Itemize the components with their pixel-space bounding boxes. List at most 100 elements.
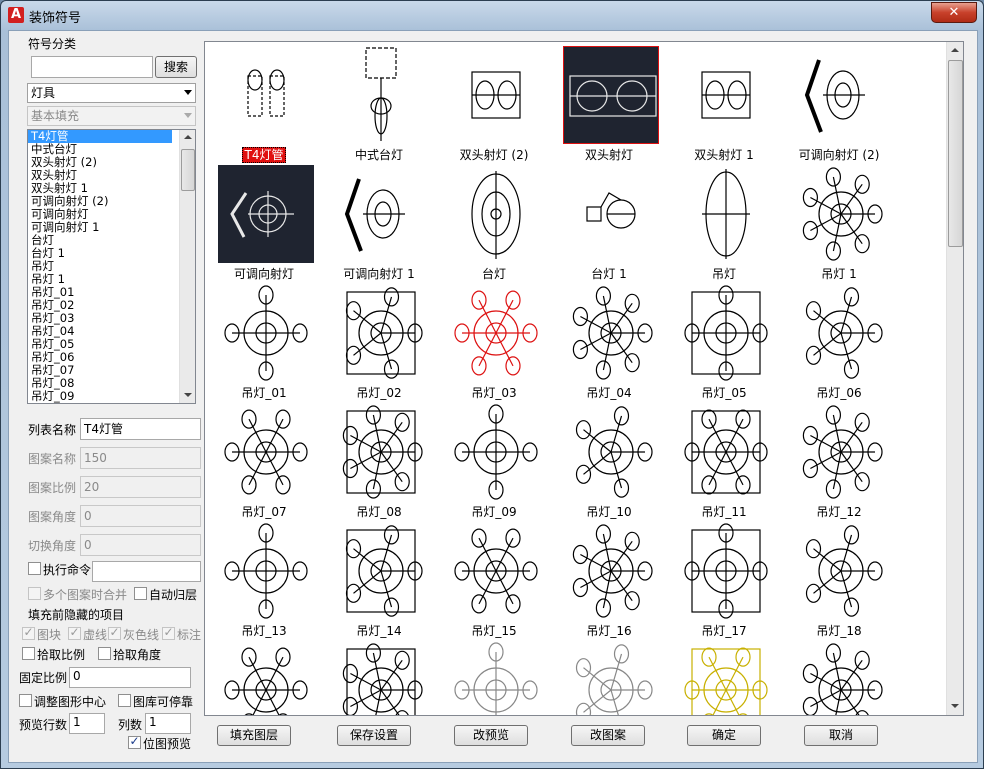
symbol-thumbnail xyxy=(563,165,659,263)
gallery-item[interactable]: 可调向射灯 xyxy=(207,163,321,282)
hidden-item-checkbox[interactable]: ✓ xyxy=(162,625,175,640)
gallery-item[interactable]: 吊灯_12 xyxy=(782,401,896,520)
lib-dock-checkbox[interactable] xyxy=(118,694,131,707)
gallery-item[interactable]: 吊灯_10 xyxy=(552,401,666,520)
gallery-item[interactable]: 吊灯_07 xyxy=(207,401,321,520)
cancel-button[interactable]: 取消 xyxy=(804,725,878,746)
gallery-item[interactable]: 吊灯_15 xyxy=(437,520,551,639)
gallery-item[interactable]: 吊灯 xyxy=(667,163,781,282)
symbol-caption-text: 双头射灯 xyxy=(584,148,633,162)
gallery-scrollbar[interactable] xyxy=(946,42,963,715)
exec-cmd-checkbox[interactable] xyxy=(28,562,41,575)
hidden-item-checkbox[interactable]: ✓ xyxy=(108,625,121,640)
gallery-item[interactable]: 吊灯_17 xyxy=(667,520,781,639)
change-pattern-button[interactable]: 改图案 xyxy=(571,725,645,746)
field-input[interactable]: T4灯管 xyxy=(80,418,201,440)
gallery-item[interactable]: 吊灯_05 xyxy=(667,282,781,401)
auto-layer-checkbox[interactable] xyxy=(134,587,147,600)
gallery-item[interactable]: 可调向射灯 (2) xyxy=(782,44,896,163)
pick-scale-checkbox[interactable] xyxy=(22,647,35,660)
gallery-item[interactable]: 吊灯 1 xyxy=(782,163,896,282)
search-button[interactable]: 搜索 xyxy=(155,56,197,78)
symbol-list[interactable]: T4灯管 中式台灯 双头射灯 (2) 双头射灯 双头射灯 1 可调向射灯 (2) 可调向射灯… xyxy=(27,129,196,404)
search-input[interactable] xyxy=(31,56,153,78)
scroll-down-icon[interactable] xyxy=(951,704,959,708)
gallery-item[interactable]: 台灯 1 xyxy=(552,163,666,282)
change-preview-button[interactable]: 改预览 xyxy=(454,725,528,746)
lamp-symbol-icon xyxy=(575,406,653,498)
symbol-thumbnail xyxy=(218,284,314,382)
gallery-item[interactable]: 吊灯_04 xyxy=(552,282,666,401)
symbol-caption-text: 吊灯_09 xyxy=(471,505,517,519)
gallery-item[interactable]: 吊灯_08 xyxy=(322,401,436,520)
gallery-item[interactable]: 吊灯_14 xyxy=(322,520,436,639)
lamp-symbol-icon xyxy=(684,523,768,619)
bitmap-preview-checkbox[interactable]: ✓ xyxy=(128,734,141,749)
gallery-item[interactable]: T4灯管 xyxy=(207,44,321,163)
gallery-item[interactable] xyxy=(552,639,666,715)
gallery-item[interactable] xyxy=(207,639,321,715)
symbol-gallery[interactable]: T4灯管 中式台灯 双头射灯 (2) 双头射灯 双头射灯 1 可调向射灯 (2) 可调向射灯… xyxy=(204,41,964,716)
gallery-item[interactable]: 中式台灯 xyxy=(322,44,436,163)
gallery-item[interactable]: 吊灯_16 xyxy=(552,520,666,639)
gallery-item[interactable]: 吊灯_03 xyxy=(437,282,551,401)
gallery-item[interactable]: 吊灯_11 xyxy=(667,401,781,520)
columns-input[interactable]: 1 xyxy=(145,713,191,734)
symbol-thumbnail xyxy=(218,165,314,263)
pick-angle-checkbox[interactable] xyxy=(98,647,111,660)
symbol-list-item[interactable]: 吊灯_09 xyxy=(28,390,172,403)
gallery-item[interactable]: 吊灯_09 xyxy=(437,401,551,520)
gallery-item[interactable]: 吊灯_02 xyxy=(322,282,436,401)
gallery-item[interactable] xyxy=(437,639,551,715)
gallery-item[interactable]: 双头射灯 (2) xyxy=(437,44,551,163)
scroll-down-icon[interactable] xyxy=(184,393,192,397)
gallery-item[interactable]: 吊灯_13 xyxy=(207,520,321,639)
scroll-thumb[interactable] xyxy=(948,60,963,247)
lamp-symbol-icon xyxy=(802,167,883,261)
symbol-list-scrollbar[interactable] xyxy=(179,130,195,403)
save-settings-button[interactable]: 保存设置 xyxy=(337,725,411,746)
gallery-item[interactable]: 双头射灯 xyxy=(552,44,666,163)
hidden-item-checkbox[interactable]: ✓ xyxy=(68,625,81,640)
field-input[interactable]: 20 xyxy=(80,476,201,498)
category-select[interactable]: 灯具 xyxy=(27,83,196,103)
subcategory-select[interactable]: 基本填充 xyxy=(27,106,196,126)
field-input[interactable]: 150 xyxy=(80,447,201,469)
gallery-item[interactable]: 双头射灯 1 xyxy=(667,44,781,163)
scroll-up-icon[interactable] xyxy=(951,48,959,52)
gallery-item[interactable] xyxy=(667,639,781,715)
gallery-item[interactable]: 可调向射灯 1 xyxy=(322,163,436,282)
gallery-item[interactable] xyxy=(782,639,896,715)
scroll-up-icon[interactable] xyxy=(184,135,192,139)
symbol-caption-text: 吊灯_06 xyxy=(816,386,862,400)
field-label: 列表名称 xyxy=(28,423,77,437)
preview-rows-input[interactable]: 1 xyxy=(69,713,105,734)
scroll-thumb[interactable] xyxy=(181,149,195,191)
symbol-caption-text: 吊灯_07 xyxy=(241,505,287,519)
exec-cmd-input[interactable] xyxy=(92,561,201,582)
lamp-symbol-icon xyxy=(802,405,883,499)
symbol-caption-text: 吊灯_16 xyxy=(586,624,632,638)
gallery-item[interactable]: 吊灯_18 xyxy=(782,520,896,639)
gallery-item[interactable]: 台灯 xyxy=(437,163,551,282)
field-input[interactable]: 0 xyxy=(80,534,201,556)
gallery-item[interactable] xyxy=(322,639,436,715)
merge-checkbox[interactable] xyxy=(28,587,41,600)
fill-layer-button[interactable]: 填充图层 xyxy=(217,725,291,746)
symbol-caption-text: 可调向射灯 xyxy=(233,267,294,281)
check-icon: ✓ xyxy=(69,625,80,639)
lamp-symbol-icon xyxy=(224,409,308,495)
fixed-scale-input[interactable]: 0 xyxy=(69,667,191,688)
auto-layer-label: 自动归层 xyxy=(149,588,198,602)
adjust-center-checkbox[interactable] xyxy=(19,694,32,707)
close-button[interactable]: ✕ xyxy=(931,2,977,23)
hidden-item-checkbox[interactable]: ✓ xyxy=(22,625,35,640)
gallery-item[interactable]: 吊灯_01 xyxy=(207,282,321,401)
ok-button[interactable]: 确定 xyxy=(687,725,761,746)
gallery-item[interactable]: 吊灯_06 xyxy=(782,282,896,401)
symbol-caption: 双头射灯 1 xyxy=(667,146,781,163)
title-bar[interactable]: A 装饰符号 ✕ xyxy=(1,1,983,29)
symbol-caption: 吊灯 1 xyxy=(782,265,896,282)
symbol-thumbnail xyxy=(218,641,314,715)
field-input[interactable]: 0 xyxy=(80,505,201,527)
